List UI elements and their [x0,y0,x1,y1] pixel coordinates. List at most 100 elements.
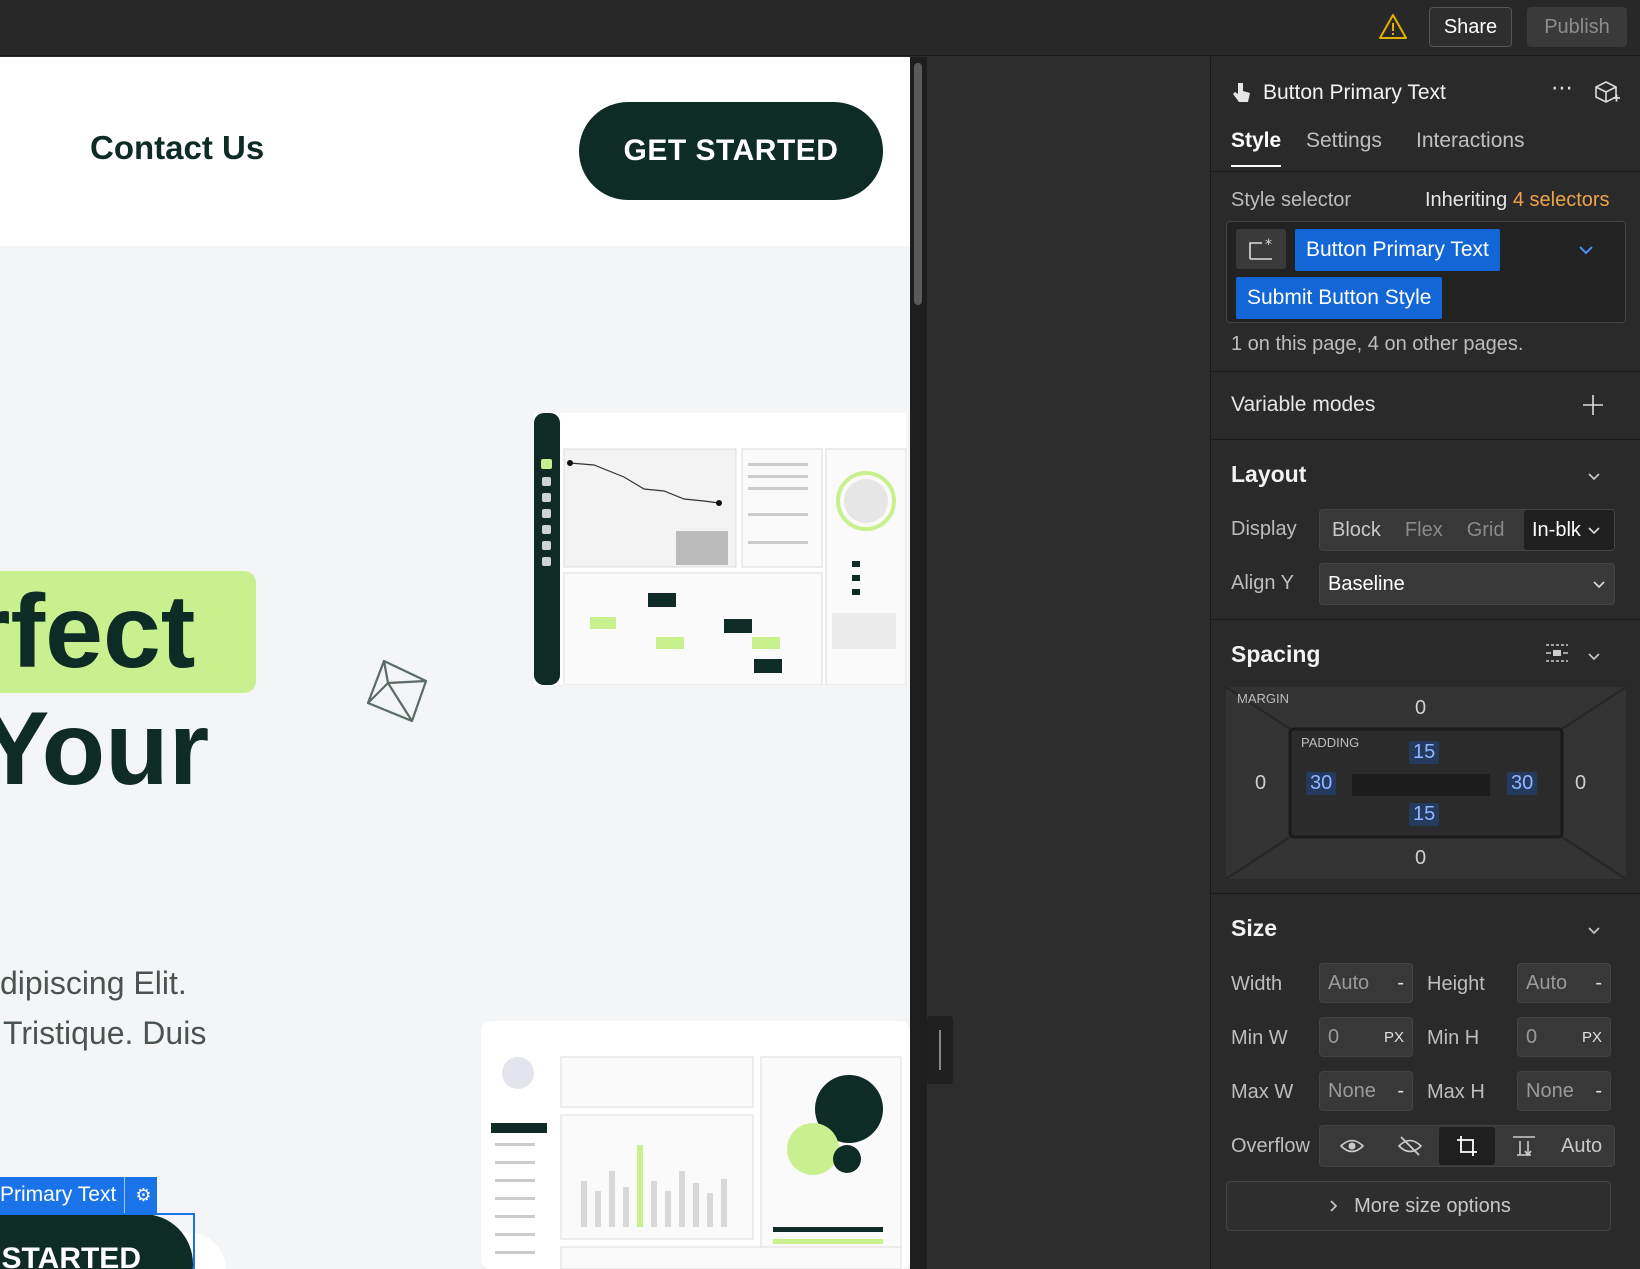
max-width-label: Max W [1231,1081,1294,1103]
tab-style[interactable]: Style [1231,129,1281,153]
chevron-down-icon[interactable] [1585,647,1603,665]
inheriting-prefix: Inheriting [1425,189,1508,211]
spacing-mode-icon[interactable] [1543,639,1571,667]
max-width-input[interactable]: None - [1319,1071,1413,1111]
display-option-inline-block[interactable]: In-blk [1524,510,1614,550]
max-width-unit[interactable]: - [1397,1080,1404,1103]
get-started-button[interactable]: GET STARTED [579,102,883,200]
display-option-flex[interactable]: Flex [1393,519,1455,542]
padding-left[interactable]: 30 [1306,772,1337,795]
dashboard-preview-image-2[interactable] [481,1021,910,1269]
svg-text:*: * [1265,237,1272,253]
selection-label[interactable]: Primary Text ⚙ [0,1177,158,1213]
hero-paragraph-line2[interactable]: Tristique. Duis [3,1015,206,1052]
eye-slash-icon[interactable] [1397,1135,1423,1157]
inheriting-info[interactable]: Inheriting 4 selectors [1425,189,1610,212]
canvas-scrollbar[interactable] [910,57,927,1269]
tab-settings[interactable]: Settings [1306,129,1382,153]
min-height-label: Min H [1427,1027,1480,1049]
active-tab-indicator [1231,165,1281,167]
min-height-input[interactable]: 0 PX [1517,1017,1611,1057]
margin-label: MARGIN [1237,691,1289,706]
min-width-input[interactable]: 0 PX [1319,1017,1413,1057]
display-selected-value: In-blk [1532,518,1581,541]
chevron-down-icon[interactable] [1585,467,1603,485]
hand-pointer-icon [1233,83,1250,102]
padding-bottom[interactable]: 15 [1409,803,1440,826]
chevron-down-icon [1588,527,1600,535]
selector-usage: 1 on this page, 4 on other pages. [1231,333,1524,355]
padding-top[interactable]: 15 [1409,741,1440,764]
min-width-unit[interactable]: PX [1384,1029,1404,1046]
display-option-grid[interactable]: Grid [1455,519,1517,542]
height-input[interactable]: Auto - [1517,963,1611,1003]
min-height-unit[interactable]: PX [1582,1029,1602,1046]
chevron-down-icon[interactable] [1585,921,1603,939]
width-value: Auto [1328,971,1370,994]
more-size-options-label: More size options [1354,1194,1511,1217]
align-y-label: Align Y [1231,572,1295,594]
margin-bottom[interactable]: 0 [1415,847,1426,870]
scroll-icon[interactable] [1511,1133,1537,1159]
margin-right[interactable]: 0 [1575,772,1586,795]
overflow-clip-option[interactable] [1439,1127,1495,1165]
display-option-block[interactable]: Block [1320,519,1393,542]
min-width-value: 0 [1328,1025,1340,1048]
hero-heading-line2[interactable]: Your [0,693,209,805]
gear-icon[interactable]: ⚙ [124,1177,151,1213]
chevron-down-icon[interactable] [1577,241,1595,259]
panel-resize-handle[interactable] [927,1016,953,1084]
margin-left[interactable]: 0 [1255,772,1266,795]
style-selector-label: Style selector [1231,189,1352,211]
component-add-icon[interactable] [1593,79,1621,107]
max-height-unit[interactable]: - [1595,1080,1602,1103]
chevron-down-icon [1593,581,1605,589]
canvas-gutter [927,57,1210,1269]
chevron-right-icon [1330,1200,1338,1212]
size-section-title[interactable]: Size [1231,915,1277,942]
plus-icon[interactable] [1581,393,1605,417]
padding-right[interactable]: 30 [1507,772,1538,795]
width-label: Width [1231,973,1283,995]
design-canvas[interactable]: Contact Us GET STARTED rfect Your dipisc… [0,57,910,1269]
width-unit[interactable]: - [1397,972,1404,995]
more-options-icon[interactable]: ⋯ [1551,75,1574,101]
eye-icon[interactable] [1339,1135,1365,1157]
scrollbar-thumb[interactable] [914,63,922,305]
margin-top[interactable]: 0 [1415,697,1426,720]
layout-section-title[interactable]: Layout [1231,461,1306,488]
dashboard-preview-image[interactable] [534,413,906,685]
max-height-value: None [1526,1079,1574,1102]
selector-tag-submit[interactable]: Submit Button Style [1236,277,1443,319]
selector-type-icon[interactable]: * [1236,229,1286,269]
hero-heading-line1[interactable]: rfect [0,571,195,693]
overflow-auto-option[interactable]: Auto [1561,1135,1602,1158]
selection-outline [0,1213,195,1269]
spacing-section-title[interactable]: Spacing [1231,641,1320,668]
warning-icon[interactable] [1378,12,1408,42]
variable-modes-label: Variable modes [1231,393,1376,416]
max-width-value: None [1328,1079,1376,1102]
width-input[interactable]: Auto - [1319,963,1413,1003]
overflow-label: Overflow [1231,1135,1310,1157]
align-y-value: Baseline [1328,572,1405,595]
height-label: Height [1427,973,1485,995]
cube-icon [366,659,428,723]
element-name: Button Primary Text [1263,81,1446,104]
nav-link-contact[interactable]: Contact Us [90,129,264,167]
more-size-options-button[interactable]: More size options [1226,1181,1611,1231]
selection-label-text: Primary Text [0,1183,117,1206]
inheriting-count[interactable]: 4 selectors [1513,189,1610,211]
tab-interactions[interactable]: Interactions [1416,129,1525,153]
max-height-label: Max H [1427,1081,1485,1103]
align-y-select[interactable]: Baseline [1319,563,1615,605]
height-value: Auto [1526,971,1568,994]
style-panel: Button Primary Text ⋯ Style Settings Int… [1210,57,1640,1269]
publish-button[interactable]: Publish [1527,7,1627,47]
hero-paragraph-line1[interactable]: dipiscing Elit. [0,965,187,1002]
max-height-input[interactable]: None - [1517,1071,1611,1111]
height-unit[interactable]: - [1595,972,1602,995]
selector-tag-primary[interactable]: Button Primary Text [1295,229,1500,271]
share-button[interactable]: Share [1429,7,1512,47]
designer-topbar: Share Publish [0,0,1640,56]
